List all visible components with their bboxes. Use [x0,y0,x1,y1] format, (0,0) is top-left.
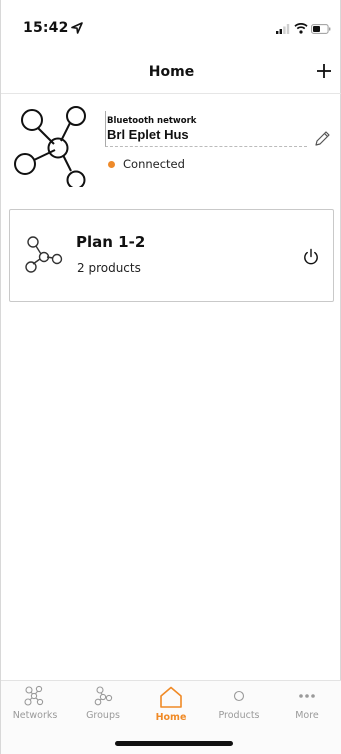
app-frame: 15:42 Home Bluetooth network Brl Eplet H… [0,0,341,754]
home-indicator [115,741,233,746]
wifi-icon [294,23,308,34]
navigation-bar: Home [1,54,341,94]
signal-icon [276,24,290,34]
tab-home[interactable]: Home [137,685,205,731]
groups-icon [94,686,113,706]
battery-icon [311,24,331,34]
edit-pencil-icon[interactable] [313,130,331,148]
network-type-label: Bluetooth network [107,116,197,126]
power-icon[interactable] [302,248,320,266]
tab-groups[interactable]: Groups [69,685,137,731]
plus-icon [317,64,331,78]
group-card[interactable]: Plan 1-2 2 products [9,209,334,302]
location-arrow-icon [71,22,83,34]
product-icon [233,690,245,702]
network-graph-icon [14,106,86,187]
tab-label: Home [155,712,187,723]
tab-label: Groups [86,710,120,721]
status-time: 15:42 [23,20,69,36]
connection-status-dot [108,161,115,168]
tab-more[interactable]: More [273,685,341,731]
page-title: Home [148,64,195,80]
tab-label: Products [218,710,260,721]
network-icon [24,685,44,706]
group-network-icon [25,236,63,273]
group-name: Plan 1-2 [76,233,146,251]
connection-status: Connected [123,157,185,171]
group-product-count: 2 products [77,261,141,275]
tab-label: More [295,710,319,721]
tab-networks[interactable]: Networks [1,685,69,731]
status-bar: 15:42 [1,0,341,58]
network-name: Brl Eplet Hus [107,127,189,142]
home-icon [160,686,182,708]
more-icon [299,694,315,698]
tab-label: Networks [12,710,58,721]
add-button[interactable] [311,58,337,84]
tab-products[interactable]: Products [205,685,273,731]
